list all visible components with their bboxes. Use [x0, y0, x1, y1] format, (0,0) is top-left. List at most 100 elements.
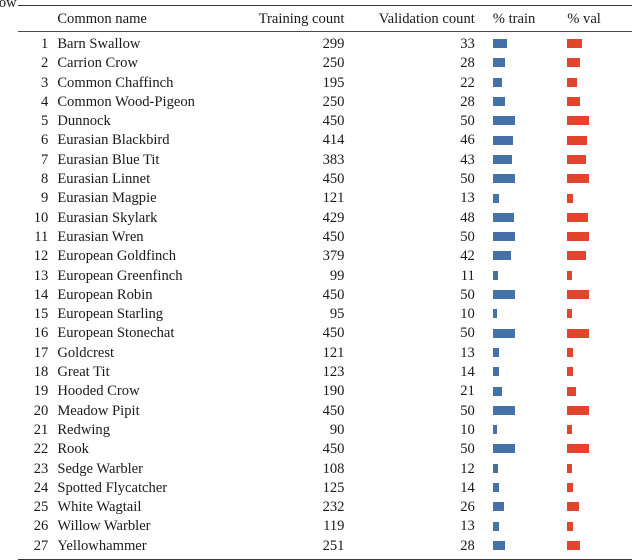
cell-index: 4: [41, 93, 49, 110]
cell-pct-train: [485, 517, 559, 536]
cell-pct-val: [559, 498, 632, 517]
val-bar: [567, 482, 574, 492]
cell-training-count: 123: [322, 364, 345, 381]
cell-common-name: Eurasian Blackbird: [57, 132, 170, 149]
cell-validation-count: 48: [460, 209, 475, 226]
cell-common-name: Redwing: [57, 421, 111, 438]
cell-index: 1: [41, 36, 49, 52]
cell-training-count: 195: [322, 74, 345, 91]
cell-index: 2: [41, 55, 49, 72]
cell-training-count: 119: [323, 518, 345, 535]
cell-pct-val: [559, 228, 632, 247]
train-bar: [492, 521, 499, 531]
cell-pct-val: [559, 344, 632, 363]
cell-common-name: Meadow Pipit: [57, 402, 140, 419]
cell-training-count: 429: [322, 209, 345, 226]
species-count-table: Common name Training count Validation co…: [18, 5, 632, 560]
cell-pct-train: [485, 35, 559, 54]
cell-validation-count: 13: [460, 518, 475, 535]
cell-common-name: Willow Warbler: [57, 518, 151, 535]
cell-pct-train: [485, 479, 559, 498]
cell-training-count: 125: [322, 479, 345, 496]
clipped-text-fragment: row: [0, 0, 17, 11]
cell-index: 21: [33, 421, 49, 438]
table-row: 25 White Wagtail 232 26: [18, 498, 632, 517]
cell-pct-val: [559, 402, 632, 421]
train-bar: [492, 328, 515, 338]
cell-common-name: Eurasian Blue Tit: [57, 151, 160, 168]
cell-pct-train: [485, 54, 559, 73]
cell-common-name: Eurasian Linnet: [57, 171, 151, 188]
table-row: 3 Common Chaffinch 195 22: [18, 74, 632, 93]
cell-common-name: European Goldfinch: [57, 248, 177, 265]
cell-pct-val: [559, 305, 632, 324]
cell-pct-val: [559, 324, 632, 343]
cell-common-name: Carrion Crow: [57, 55, 138, 72]
table-row: 21 Redwing 90 10: [18, 421, 632, 440]
train-bar: [492, 367, 499, 377]
cell-validation-count: 21: [460, 383, 475, 400]
cell-validation-count: 50: [460, 402, 475, 419]
cell-training-count: 121: [322, 344, 345, 361]
val-bar: [567, 154, 587, 164]
cell-index: 9: [41, 190, 49, 207]
val-bar: [567, 290, 590, 300]
table-row: 15 European Starling 95 10: [18, 305, 632, 324]
cell-training-count: 250: [322, 55, 345, 72]
table-row: 24 Spotted Flycatcher 125 14: [18, 479, 632, 498]
table-header: Common name Training count Validation co…: [18, 5, 632, 35]
cell-index: 8: [41, 171, 49, 188]
val-bar: [567, 309, 572, 319]
val-bar: [567, 347, 573, 357]
cell-pct-val: [559, 286, 632, 305]
cell-training-count: 450: [322, 441, 345, 458]
cell-common-name: European Robin: [57, 286, 153, 303]
table-row: 2 Carrion Crow 250 28: [18, 54, 632, 73]
cell-pct-val: [559, 112, 632, 131]
cell-validation-count: 50: [460, 228, 475, 245]
cell-index: 19: [33, 383, 49, 400]
cell-common-name: Barn Swallow: [57, 36, 141, 52]
table-row: 8 Eurasian Linnet 450 50: [18, 170, 632, 189]
val-bar: [567, 367, 574, 377]
cell-pct-train: [485, 324, 559, 343]
cell-index: 15: [33, 306, 49, 323]
table-row: 16 European Stonechat 450 50: [18, 324, 632, 343]
table-row: 4 Common Wood-Pigeon 250 28: [18, 93, 632, 112]
train-bar: [492, 425, 498, 435]
cell-pct-val: [559, 517, 632, 536]
train-bar: [492, 463, 499, 473]
bottom-rule: [18, 559, 632, 560]
cell-pct-train: [485, 537, 559, 556]
table-row: 26 Willow Warbler 119 13: [18, 517, 632, 536]
table-row: 5 Dunnock 450 50: [18, 112, 632, 131]
cell-validation-count: 28: [460, 93, 475, 110]
val-bar: [567, 58, 580, 68]
cell-validation-count: 12: [460, 460, 475, 477]
table-row: 6 Eurasian Blackbird 414 46: [18, 131, 632, 150]
column-header-training-count: Training count: [258, 11, 345, 27]
cell-validation-count: 50: [460, 113, 475, 130]
train-bar: [492, 77, 503, 87]
cell-pct-train: [485, 170, 559, 189]
train-bar: [492, 502, 505, 512]
column-header-validation-count: Validation count: [378, 11, 475, 27]
val-bar: [567, 540, 580, 550]
cell-common-name: Sedge Warbler: [57, 460, 144, 477]
train-bar: [492, 290, 515, 300]
val-bar: [567, 270, 573, 280]
cell-common-name: European Starling: [57, 306, 164, 323]
cell-common-name: Goldcrest: [57, 344, 115, 361]
table-footer: [18, 556, 632, 560]
train-bar: [492, 270, 498, 280]
cell-pct-val: [559, 460, 632, 479]
cell-index: 27: [33, 537, 49, 554]
val-bar: [567, 328, 590, 338]
cell-pct-train: [485, 460, 559, 479]
val-bar: [567, 212, 589, 222]
cell-pct-val: [559, 421, 632, 440]
cell-training-count: 90: [329, 421, 345, 438]
cell-validation-count: 50: [460, 286, 475, 303]
cell-pct-train: [485, 344, 559, 363]
cell-training-count: 450: [322, 286, 345, 303]
